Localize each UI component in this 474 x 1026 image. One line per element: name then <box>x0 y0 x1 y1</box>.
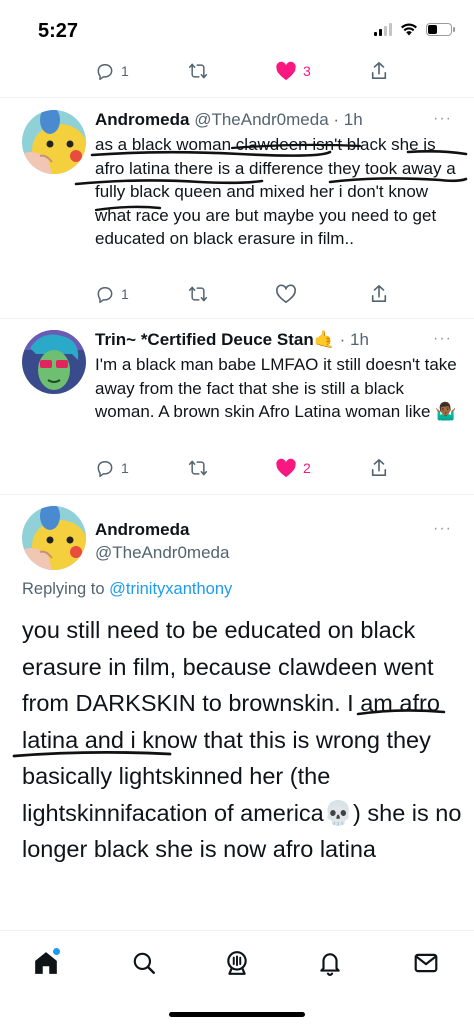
tweet-actions: 1 2 <box>95 457 395 479</box>
avatar-andromeda[interactable] <box>22 110 86 174</box>
heart-filled-icon <box>276 61 296 81</box>
avatar-image <box>22 506 86 570</box>
like-count: 3 <box>303 63 311 79</box>
replying-to: Replying to @trinityxanthony <box>22 580 232 599</box>
messages-icon <box>414 953 438 973</box>
nav-notifications[interactable] <box>312 945 348 981</box>
share-icon <box>371 459 387 477</box>
reply-icon <box>97 461 113 478</box>
main-tweet-text-part1: you still need to be educated on black e… <box>22 617 440 826</box>
replying-to-label: Replying to <box>22 580 110 598</box>
battery-level <box>428 24 438 34</box>
more-options-icon[interactable]: ··· <box>433 110 452 128</box>
main-handle[interactable]: @TheAndr0meda <box>95 543 229 563</box>
main-tweet-text: you still need to be educated on black e… <box>22 612 462 868</box>
tweet-text: as a black woman clawdeen isn't black sh… <box>95 135 456 248</box>
wifi-icon <box>401 23 417 36</box>
notifications-icon <box>320 953 340 976</box>
heart-filled-icon <box>276 458 296 478</box>
tweet-header: Andromeda @TheAndr0meda · 1h <box>95 110 363 129</box>
tweet-actions: 1 <box>95 283 395 305</box>
reply-count: 1 <box>121 286 129 302</box>
reply-count: 1 <box>121 63 129 79</box>
more-options-icon[interactable]: ··· <box>433 520 452 538</box>
display-name[interactable]: Trin~ *Certified Deuce Stan <box>95 330 314 349</box>
retweet-button[interactable] <box>187 61 209 81</box>
like-count: 2 <box>303 460 311 476</box>
signal-icon <box>374 22 392 36</box>
divider <box>0 97 474 98</box>
name-emoji: 🤙 <box>313 330 335 349</box>
avatar-trin[interactable] <box>22 330 86 394</box>
retweet-button[interactable] <box>187 458 209 478</box>
nav-messages[interactable] <box>408 945 444 981</box>
share-button[interactable] <box>370 284 388 304</box>
tweet-header: Trin~ *Certified Deuce Stan🤙 · 1h <box>95 330 369 349</box>
retweet-icon <box>188 460 208 476</box>
share-icon <box>371 62 387 80</box>
reply-button[interactable]: 1 <box>95 458 129 478</box>
retweet-icon <box>188 63 208 79</box>
nav-spaces[interactable] <box>219 945 255 981</box>
avatar-image <box>22 330 86 394</box>
reply-count: 1 <box>121 460 129 476</box>
like-button[interactable] <box>275 284 297 304</box>
share-icon <box>371 285 387 303</box>
timestamp[interactable]: 1h <box>344 110 363 129</box>
main-display-name[interactable]: Andromeda <box>95 520 189 540</box>
retweet-button[interactable] <box>187 284 209 304</box>
status-bar: 5:27 <box>0 0 474 58</box>
nav-home[interactable] <box>28 945 64 981</box>
tweet-actions: 1 3 <box>95 60 395 82</box>
retweet-icon <box>188 286 208 302</box>
reply-icon <box>97 64 113 81</box>
skull-emoji: 💀 <box>323 799 354 826</box>
tweet-text: I'm a black man babe LMFAO it still does… <box>95 355 457 421</box>
nav-search[interactable] <box>126 945 162 981</box>
avatar-image <box>22 110 86 174</box>
handle[interactable]: @TheAndr0meda <box>194 110 328 129</box>
like-button[interactable]: 3 <box>275 61 311 81</box>
avatar-andromeda[interactable] <box>22 506 86 570</box>
heart-icon <box>276 284 296 303</box>
battery-icon <box>426 22 455 36</box>
timestamp[interactable]: 1h <box>350 330 369 349</box>
like-button[interactable]: 2 <box>275 458 311 478</box>
share-button[interactable] <box>370 458 388 478</box>
status-icons <box>374 22 455 36</box>
divider <box>0 494 474 495</box>
more-options-icon[interactable]: ··· <box>433 330 452 348</box>
status-time: 5:27 <box>38 20 79 42</box>
divider <box>0 318 474 319</box>
reply-icon <box>97 287 113 304</box>
notification-dot <box>53 948 60 955</box>
reply-button[interactable]: 1 <box>95 61 129 81</box>
reply-button[interactable]: 1 <box>95 284 129 304</box>
display-name[interactable]: Andromeda <box>95 110 189 129</box>
replying-to-link[interactable]: @trinityxanthony <box>109 580 232 598</box>
home-indicator <box>169 1012 305 1017</box>
share-button[interactable] <box>370 61 388 81</box>
search-icon <box>133 952 155 974</box>
spaces-icon <box>227 951 247 975</box>
